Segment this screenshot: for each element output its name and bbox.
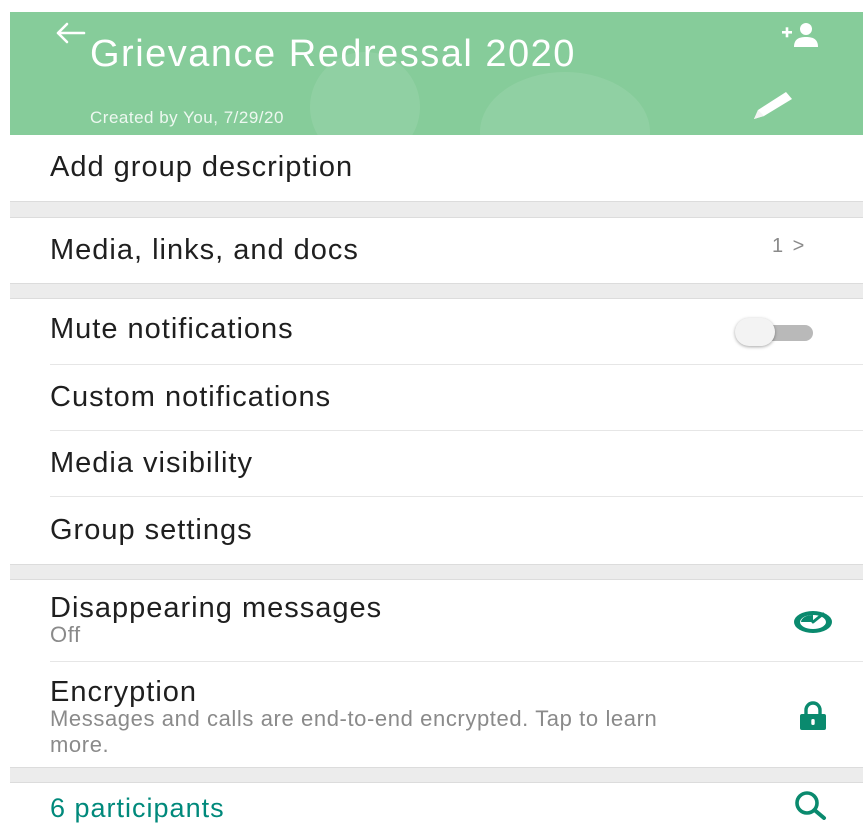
mute-toggle[interactable] xyxy=(735,318,815,346)
group-title: Grievance Redressal 2020 xyxy=(90,33,576,75)
timer-icon xyxy=(794,611,832,633)
disappearing-messages-value: Off xyxy=(50,622,81,647)
lock-icon xyxy=(800,701,826,730)
media-links-docs-row[interactable]: Media, links, and docs xyxy=(10,218,863,282)
encryption-subtitle: Messages and calls are end-to-end encryp… xyxy=(50,706,658,757)
created-by-text: Created by You, 7/29/20 xyxy=(90,108,284,127)
custom-notifications-row[interactable]: Custom notifications xyxy=(10,365,863,429)
media-count: 1 > xyxy=(772,235,807,257)
mute-notifications-label: Mute notifications xyxy=(50,313,294,345)
back-arrow-icon[interactable] xyxy=(56,22,86,44)
pencil-icon[interactable] xyxy=(750,88,798,124)
section-divider xyxy=(10,283,863,299)
add-description-row[interactable]: Add group description xyxy=(10,135,863,200)
add-participant-icon[interactable] xyxy=(782,22,818,48)
custom-notifications-label: Custom notifications xyxy=(50,381,332,413)
section-divider xyxy=(10,564,863,580)
section-divider xyxy=(10,767,863,783)
header-background-shape xyxy=(480,72,650,135)
search-icon[interactable] xyxy=(790,790,832,820)
disappearing-messages-row[interactable]: Disappearing messages Off xyxy=(10,580,863,660)
group-header: Grievance Redressal 2020 Created by You,… xyxy=(10,12,863,135)
add-description-label: Add group description xyxy=(50,151,354,183)
media-links-docs-label: Media, links, and docs xyxy=(50,234,359,266)
section-divider xyxy=(10,201,863,218)
media-visibility-label: Media visibility xyxy=(50,447,253,479)
encryption-label: Encryption xyxy=(50,676,198,708)
encryption-row[interactable]: Encryption Messages and calls are end-to… xyxy=(10,662,863,766)
participants-count: 6 participants xyxy=(50,793,225,823)
toggle-thumb xyxy=(735,318,775,346)
disappearing-messages-label: Disappearing messages xyxy=(50,592,383,624)
group-settings-row[interactable]: Group settings xyxy=(10,497,863,563)
media-visibility-row[interactable]: Media visibility xyxy=(10,431,863,495)
group-settings-label: Group settings xyxy=(50,514,253,546)
